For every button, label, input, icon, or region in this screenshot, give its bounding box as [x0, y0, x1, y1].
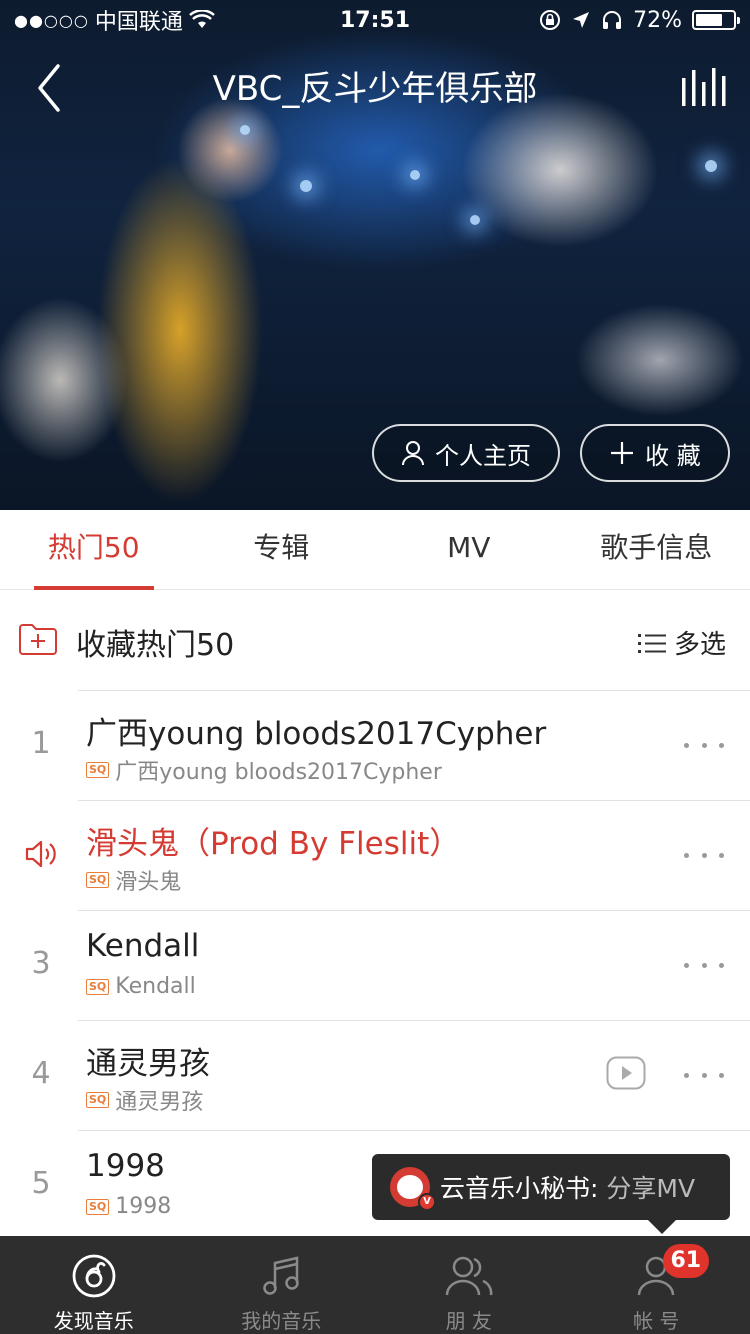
tab-0[interactable]: 热门50 — [0, 510, 188, 590]
battery-icon — [692, 10, 740, 30]
nav-account[interactable]: 帐 号 61 — [563, 1236, 750, 1334]
clock: 17:51 — [339, 7, 411, 33]
sq-quality-badge: SQ — [86, 872, 110, 888]
song-row[interactable]: 1 广西young bloods2017Cypher SQ 广西young blood… — [0, 690, 750, 800]
sq-quality-badge: SQ — [86, 978, 110, 995]
nav-discover[interactable]: 发现音乐 — [0, 1236, 188, 1334]
now-playing-indicator — [24, 838, 60, 874]
netease-music-icon — [72, 1254, 116, 1297]
music-note-icon — [263, 1255, 299, 1295]
song-album: 广西young bloods2017Cypher — [115, 760, 442, 785]
multi-select-label: 多选 — [673, 630, 726, 660]
sq-quality-badge: SQ — [86, 1198, 110, 1215]
stage-light — [300, 180, 312, 192]
assistant-avatar: V — [390, 1167, 436, 1211]
song-title: 通灵男孩 — [86, 1046, 210, 1082]
toast-highlight: 分享MV — [606, 1174, 696, 1203]
song-index: 1 — [31, 726, 51, 761]
more-options-icon[interactable] — [684, 950, 724, 980]
song-row[interactable]: 4 通灵男孩 SQ 通灵男孩 — [0, 1020, 750, 1130]
row-divider — [78, 910, 750, 911]
song-title: 滑头鬼（Prod By Fleslit） — [86, 826, 461, 862]
play-mv-icon[interactable] — [606, 1056, 646, 1090]
row-divider — [78, 690, 750, 691]
multi-select-button[interactable]: 多选 — [637, 624, 726, 661]
bottom-nav: 发现音乐 我的音乐 朋 友 帐 号 61 — [0, 1236, 750, 1334]
row-divider — [78, 1020, 750, 1021]
notification-badge: 61 — [662, 1244, 710, 1278]
tab-2[interactable]: MV — [375, 510, 563, 589]
mv-button[interactable] — [606, 1056, 646, 1094]
toast-prefix: 云音乐小秘书: — [440, 1174, 599, 1203]
song-row[interactable]: 滑头鬼（Prod By Fleslit） SQ 滑头鬼 — [0, 800, 750, 910]
song-album: Kendall — [115, 974, 196, 999]
song-album: 通灵男孩 — [115, 1090, 204, 1115]
nav-discover-label: 发现音乐 — [53, 1309, 134, 1333]
stage-light — [240, 125, 250, 135]
sq-quality-badge: SQ — [86, 762, 110, 778]
row-divider — [78, 1130, 750, 1131]
song-album: 滑头鬼 — [115, 870, 182, 895]
more-options-icon[interactable] — [684, 1060, 724, 1090]
artist-hero-image: ●●○○○ 中国联通 17:51 72% VBC_反斗少年俱乐部 个人主页 收 … — [0, 0, 750, 510]
nav-friends[interactable]: 朋 友 — [375, 1236, 563, 1334]
nav-my-music[interactable]: 我的音乐 — [188, 1236, 376, 1334]
song-album: 1998 — [115, 1194, 172, 1219]
stage-light — [705, 160, 717, 172]
song-index: 4 — [31, 1056, 51, 1091]
list-icon — [637, 633, 666, 653]
row-divider — [78, 800, 750, 801]
song-title: Kendall — [86, 928, 200, 964]
song-title: 1998 — [86, 1148, 165, 1184]
collect-artist-label: 收 藏 — [645, 441, 701, 470]
battery-level — [696, 14, 722, 26]
collect-hot50-row[interactable]: 收藏热门50 多选 — [0, 590, 750, 690]
sq-quality-badge: SQ — [86, 1092, 110, 1108]
back-arrow-icon[interactable] — [28, 56, 78, 116]
folder-add-icon[interactable] — [18, 622, 58, 656]
song-row[interactable]: 3 Kendall SQ Kendall — [0, 910, 750, 1020]
status-bar: ●●○○○ 中国联通 17:51 72% — [0, 0, 750, 40]
collect-hot50-label: 收藏热门50 — [76, 628, 235, 663]
nav-my-music-label: 我的音乐 — [241, 1309, 322, 1333]
speaker-icon — [25, 840, 56, 868]
plus-icon — [611, 442, 634, 464]
profile-button-label: 个人主页 — [435, 441, 531, 470]
collect-artist-button[interactable]: 收 藏 — [580, 424, 730, 482]
song-index: 3 — [31, 946, 51, 981]
person-outline-icon — [402, 441, 424, 466]
tab-3[interactable]: 歌手信息 — [563, 510, 750, 589]
assistant-toast[interactable]: V 云音乐小秘书: 分享MV — [372, 1154, 730, 1234]
tab-bar: 热门50 专辑 MV 歌手信息 — [0, 510, 750, 590]
more-options-icon[interactable] — [684, 840, 724, 870]
nav-friends-label: 朋 友 — [445, 1309, 492, 1333]
now-playing-icon[interactable] — [678, 64, 726, 108]
song-title: 广西young bloods2017Cypher — [86, 716, 547, 752]
tab-1[interactable]: 专辑 — [188, 510, 376, 589]
profile-button[interactable]: 个人主页 — [372, 424, 560, 482]
nav-account-label: 帐 号 — [633, 1309, 680, 1333]
friends-icon — [445, 1256, 493, 1295]
more-options-icon[interactable] — [684, 730, 724, 760]
page-title: VBC_反斗少年俱乐部 — [212, 68, 538, 109]
stage-light — [410, 170, 420, 180]
stage-light — [470, 215, 480, 225]
title-bar: VBC_反斗少年俱乐部 — [0, 50, 750, 120]
song-index: 5 — [31, 1166, 51, 1201]
